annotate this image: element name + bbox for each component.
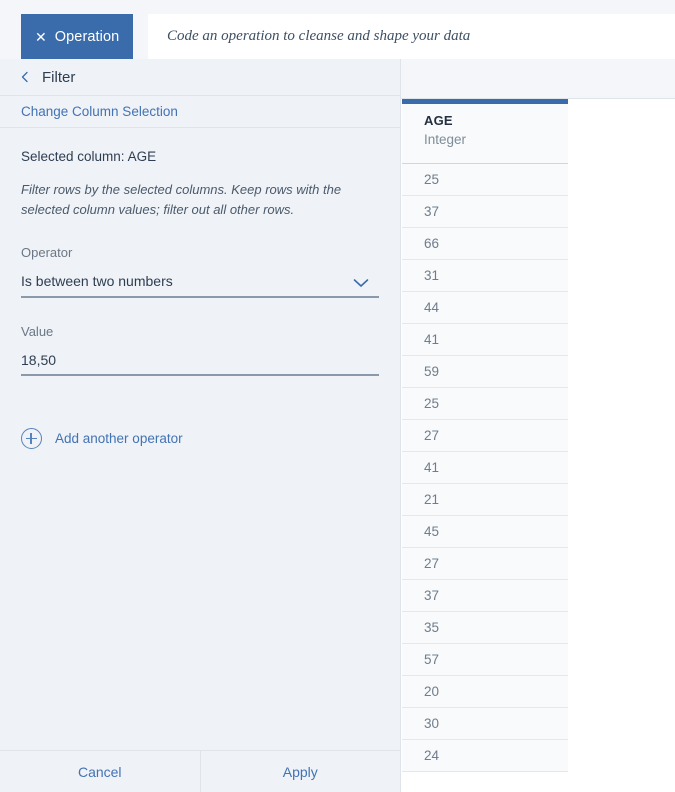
table-cell[interactable]: 21: [402, 484, 568, 516]
code-operation-bar[interactable]: Code an operation to cleanse and shape y…: [148, 14, 675, 59]
table-cell[interactable]: 31: [402, 260, 568, 292]
value-label: Value: [21, 324, 54, 340]
change-column-selection-link[interactable]: Change Column Selection: [21, 104, 178, 119]
table-cell[interactable]: 37: [402, 196, 568, 228]
window-top-strip: [0, 0, 675, 14]
table-cell[interactable]: 27: [402, 548, 568, 580]
operator-field: Operator Is between two numbers: [21, 245, 379, 299]
change-column-selection-row: Change Column Selection: [0, 96, 400, 128]
table-cell[interactable]: 35: [402, 612, 568, 644]
operator-label: Operator: [21, 245, 73, 261]
selected-column-text: Selected column: AGE: [21, 149, 157, 164]
table-toolbar-gap: [401, 59, 675, 99]
operation-tab-strip: ✕ Operation Code an operation to cleanse…: [0, 14, 675, 59]
value-field: Value: [21, 324, 379, 377]
cancel-button[interactable]: Cancel: [0, 751, 201, 792]
table-cell[interactable]: 25: [402, 388, 568, 420]
data-table: AGE Integer 25 37 66 31 44 41 59 25 27 41 21 45 27 37…: [401, 59, 675, 792]
table-cell[interactable]: 30: [402, 708, 568, 740]
table-cell[interactable]: 27: [402, 420, 568, 452]
operation-tab-label: Operation: [54, 28, 120, 45]
table-cell[interactable]: 45: [402, 516, 568, 548]
chevron-left-icon[interactable]: [19, 71, 31, 83]
add-another-operator-button[interactable]: Add another operator: [21, 428, 379, 450]
operator-selected-value: Is between two numbers: [21, 273, 173, 290]
table-cell[interactable]: 44: [402, 292, 568, 324]
value-input-wrapper[interactable]: [21, 352, 379, 377]
table-cell[interactable]: 24: [402, 740, 568, 772]
filter-description: Filter rows by the selected columns. Kee…: [21, 182, 342, 218]
table-column-age[interactable]: AGE Integer 25 37 66 31 44 41 59 25 27 41 21 45 27 37…: [402, 99, 568, 792]
code-operation-placeholder: Code an operation to cleanse and shape y…: [167, 28, 471, 44]
table-cell[interactable]: 20: [402, 676, 568, 708]
table-cell[interactable]: 37: [402, 580, 568, 612]
table-cell[interactable]: 59: [402, 356, 568, 388]
apply-button[interactable]: Apply: [201, 751, 401, 792]
table-cell[interactable]: 41: [402, 452, 568, 484]
panel-header-back[interactable]: Filter: [0, 59, 400, 96]
filter-form: Selected column: AGE Filter rows by the …: [0, 128, 400, 450]
table-cell[interactable]: 25: [402, 164, 568, 196]
value-input[interactable]: [21, 352, 379, 369]
column-name: AGE: [424, 113, 453, 128]
close-icon[interactable]: ✕: [35, 30, 47, 44]
table-cell[interactable]: 57: [402, 644, 568, 676]
column-type: Integer: [424, 132, 467, 147]
page-title: Filter: [42, 68, 76, 86]
plus-circle-icon[interactable]: [21, 428, 42, 450]
chevron-down-icon[interactable]: [353, 276, 369, 288]
filter-panel: Filter Change Column Selection Selected …: [0, 59, 401, 792]
panel-footer: Cancel Apply: [0, 750, 400, 792]
table-cell[interactable]: 41: [402, 324, 568, 356]
app-root: ✕ Operation Code an operation to cleanse…: [0, 0, 675, 792]
add-another-operator-label: Add another operator: [55, 431, 183, 447]
table-cell[interactable]: 66: [402, 228, 568, 260]
operation-tab[interactable]: ✕ Operation: [21, 14, 133, 59]
column-header[interactable]: AGE Integer: [402, 104, 568, 164]
column-cells: 25 37 66 31 44 41 59 25 27 41 21 45 27 37 35 57 20 30 24: [402, 164, 568, 772]
operator-select[interactable]: Is between two numbers: [21, 273, 379, 299]
